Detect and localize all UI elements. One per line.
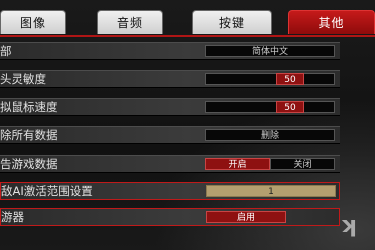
delete-button[interactable]: 删除 [205, 129, 335, 141]
setting-row-mouse-speed: 拟鼠标速度 50 [0, 98, 340, 116]
mouse-speed-slider[interactable]: 50 [205, 101, 335, 113]
ai-range-slider[interactable]: 1 [206, 185, 336, 197]
tab-underline [0, 35, 375, 37]
tab-graphics[interactable]: 图像 [0, 10, 66, 34]
setting-label-ai-range: 敌AI激活范围设置 [1, 184, 93, 198]
enable-button[interactable]: 启用 [206, 211, 286, 223]
setting-row-game-data: 告游戏数据 开启 关闭 [0, 155, 340, 173]
tab-audio[interactable]: 音频 [97, 10, 163, 34]
mouse-speed-value[interactable]: 50 [276, 101, 304, 113]
tab-other[interactable]: 其他 [288, 10, 375, 34]
setting-label-equipment: 游器 [1, 210, 24, 224]
tab-controls[interactable]: 按键 [192, 10, 272, 34]
sensitivity-slider[interactable]: 50 [205, 73, 335, 85]
tab-bar: 图像 音频 按键 其他 [0, 10, 375, 36]
watermark-logo-icon: ʞ [339, 213, 357, 238]
game-data-off-button[interactable]: 关闭 [270, 158, 335, 170]
setting-row-delete-data: 除所有数据 删除 [0, 126, 340, 144]
setting-row-sensitivity: 头灵敏度 50 [0, 70, 340, 88]
setting-row-ai-range: 敌AI激活范围设置 1 [0, 182, 340, 200]
setting-row-language: 部 简体中文 [0, 42, 340, 60]
setting-label-language: 部 [0, 44, 12, 58]
sensitivity-value[interactable]: 50 [276, 73, 304, 85]
setting-label-game-data: 告游戏数据 [0, 157, 58, 171]
setting-label-mouse-speed: 拟鼠标速度 [0, 100, 58, 114]
game-data-on-button[interactable]: 开启 [205, 158, 270, 170]
setting-row-equipment: 游器 启用 [0, 208, 340, 226]
setting-label-delete-data: 除所有数据 [0, 128, 58, 142]
setting-label-sensitivity: 头灵敏度 [0, 72, 46, 86]
language-select[interactable]: 简体中文 [205, 45, 335, 57]
